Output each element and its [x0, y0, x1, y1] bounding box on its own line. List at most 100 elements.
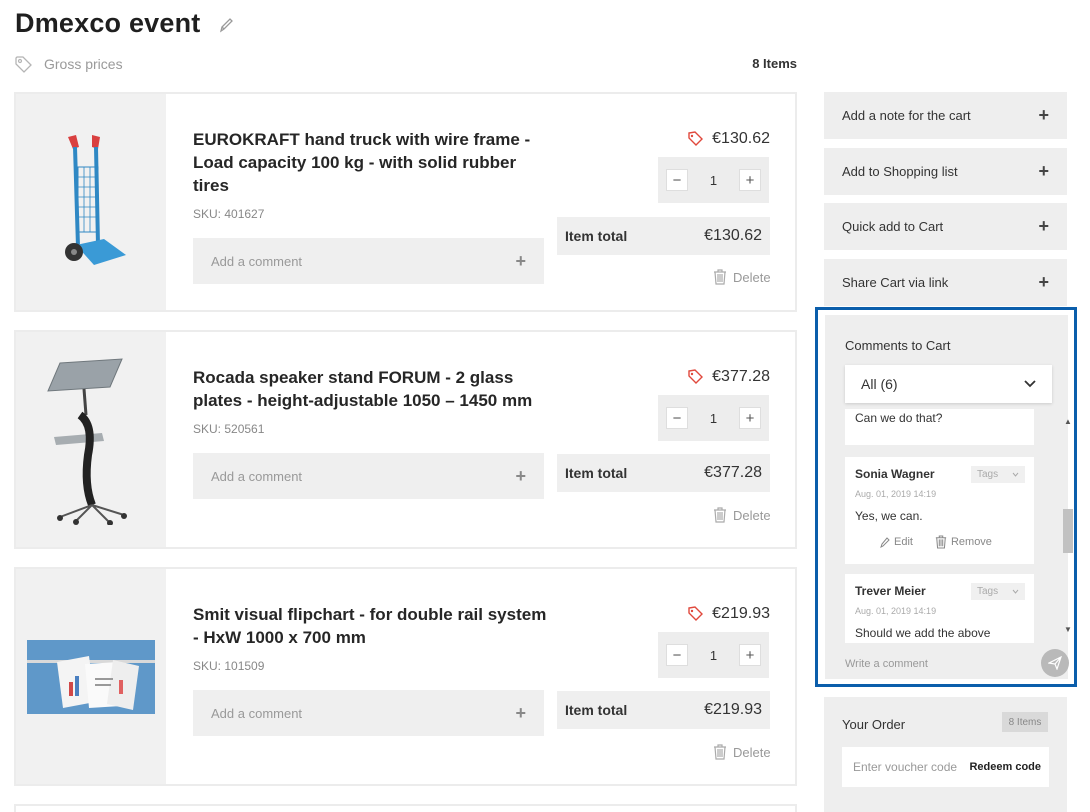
increase-quantity-button[interactable]: +: [738, 644, 761, 666]
tags-select[interactable]: Tags: [971, 583, 1025, 600]
quantity-value[interactable]: 1: [710, 648, 717, 663]
write-comment-input[interactable]: Write a comment: [845, 658, 928, 670]
price-tag-icon: [688, 606, 704, 621]
item-total-label: Item total: [565, 465, 628, 481]
unit-price-value: €377.28: [712, 368, 770, 385]
scroll-up-arrow-icon[interactable]: ▲: [1064, 417, 1072, 426]
item-total-value: €377.28: [704, 464, 762, 481]
comment-card: Trever Meier Tags Aug. 01, 2019 14:19 Sh…: [845, 574, 1034, 643]
send-comment-button[interactable]: [1041, 649, 1069, 677]
comment-text: Yes, we can.: [855, 509, 923, 523]
item-total: Item total €219.93: [557, 691, 770, 729]
delete-label: Delete: [733, 269, 771, 285]
order-summary: Your Order 8 Items Enter voucher code Re…: [824, 697, 1067, 812]
trash-icon: [714, 744, 726, 760]
quantity-value[interactable]: 1: [710, 411, 717, 426]
quantity-value[interactable]: 1: [710, 173, 717, 188]
voucher-form: Enter voucher code Redeem code: [842, 747, 1049, 787]
comment-text: Can we do that?: [855, 411, 943, 425]
chevron-down-icon: [1012, 589, 1019, 594]
comment-author: Trever Meier: [855, 584, 926, 598]
hand-truck-image: [65, 135, 126, 265]
quantity-stepper: − 1 +: [658, 632, 769, 678]
delete-label: Delete: [733, 744, 771, 760]
chevron-down-icon: [1024, 380, 1036, 388]
pencil-icon[interactable]: [218, 16, 234, 34]
edit-comment-button[interactable]: Edit: [879, 535, 913, 549]
product-sku: SKU: 520561: [193, 422, 265, 436]
increase-quantity-button[interactable]: +: [738, 169, 761, 191]
add-comment-button[interactable]: Add a comment +: [193, 453, 544, 499]
product-sku: SKU: 401627: [193, 207, 265, 221]
remove-label: Remove: [950, 536, 992, 548]
cart-item: Smit visual flipchart - for double rail …: [14, 567, 797, 786]
cart-item: Rocada speaker stand FORUM - 2 glass pla…: [14, 330, 797, 549]
unit-price: €377.28: [676, 368, 770, 386]
delete-button[interactable]: Delete: [713, 507, 771, 523]
unit-price: €130.62: [676, 130, 770, 148]
comment-text: Should we add the above: [855, 626, 991, 640]
increase-quantity-button[interactable]: +: [738, 407, 761, 429]
remove-comment-button[interactable]: Remove: [935, 535, 992, 549]
add-comment-button[interactable]: Add a comment +: [193, 238, 544, 284]
comment-author: Sonia Wagner: [855, 467, 935, 481]
comments-scrollbar[interactable]: ▲ ▼: [1061, 415, 1075, 635]
decrease-quantity-button[interactable]: −: [666, 169, 688, 191]
unit-price: €219.93: [676, 605, 770, 623]
cart-item: [14, 804, 797, 812]
product-image[interactable]: [16, 569, 166, 784]
quick-add-button[interactable]: Quick add to Cart +: [824, 203, 1067, 250]
chevron-down-icon: [1012, 472, 1019, 477]
share-cart-label: Share Cart via link: [842, 275, 949, 290]
tags-select[interactable]: Tags: [971, 466, 1025, 483]
comments-filter-value: All (6): [861, 376, 898, 392]
product-name[interactable]: Rocada speaker stand FORUM - 2 glass pla…: [193, 366, 553, 412]
product-sku: SKU: 101509: [193, 659, 265, 673]
item-total-value: €130.62: [704, 227, 762, 244]
speaker-stand-image: [47, 357, 127, 525]
price-mode-label: Gross prices: [44, 56, 123, 72]
quantity-stepper: − 1 +: [658, 157, 769, 203]
add-note-label: Add a note for the cart: [842, 108, 971, 123]
delete-button[interactable]: Delete: [713, 269, 771, 285]
item-total-label: Item total: [565, 228, 628, 244]
item-total: Item total €130.62: [557, 217, 770, 255]
plus-icon: +: [1038, 216, 1049, 236]
trash-icon: [935, 535, 947, 549]
flipchart-image: [27, 639, 155, 714]
product-image[interactable]: [16, 94, 166, 310]
add-note-button[interactable]: Add a note for the cart +: [824, 92, 1067, 139]
comments-filter-select[interactable]: All (6): [845, 365, 1052, 403]
voucher-input[interactable]: Enter voucher code: [853, 760, 957, 774]
trash-icon: [714, 269, 726, 285]
redeem-code-button[interactable]: Redeem code: [969, 761, 1041, 773]
comments-list[interactable]: Can we do that? Sonia Wagner Tags Aug. 0…: [825, 409, 1068, 643]
add-comment-button[interactable]: Add a comment +: [193, 690, 544, 736]
delete-button[interactable]: Delete: [713, 744, 771, 760]
tags-label: Tags: [977, 586, 999, 597]
decrease-quantity-button[interactable]: −: [666, 407, 688, 429]
add-comment-label: Add a comment: [211, 468, 303, 484]
product-image[interactable]: [16, 332, 166, 547]
add-to-shopping-list-button[interactable]: Add to Shopping list +: [824, 148, 1067, 195]
add-comment-label: Add a comment: [211, 705, 303, 721]
pencil-icon: [880, 536, 890, 548]
unit-price-value: €130.62: [712, 130, 770, 147]
plus-icon: +: [1038, 161, 1049, 181]
share-cart-button[interactable]: Share Cart via link +: [824, 259, 1067, 306]
price-mode: Gross prices: [14, 55, 123, 73]
send-icon: [1048, 656, 1062, 670]
quantity-stepper: − 1 +: [658, 395, 769, 441]
item-total: Item total €377.28: [557, 454, 770, 492]
trash-icon: [714, 507, 726, 523]
decrease-quantity-button[interactable]: −: [666, 644, 688, 666]
scroll-down-arrow-icon[interactable]: ▼: [1064, 625, 1072, 634]
comment-card: Sonia Wagner Tags Aug. 01, 2019 14:19 Ye…: [845, 457, 1034, 564]
product-name[interactable]: EUROKRAFT hand truck with wire frame - L…: [193, 128, 553, 197]
scrollbar-thumb[interactable]: [1063, 509, 1073, 553]
add-to-shopping-list-label: Add to Shopping list: [842, 164, 958, 179]
product-name[interactable]: Smit visual flipchart - for double rail …: [193, 603, 553, 649]
comment-date: Aug. 01, 2019 14:19: [855, 489, 937, 499]
plus-icon: +: [515, 702, 526, 723]
tags-label: Tags: [977, 469, 999, 480]
